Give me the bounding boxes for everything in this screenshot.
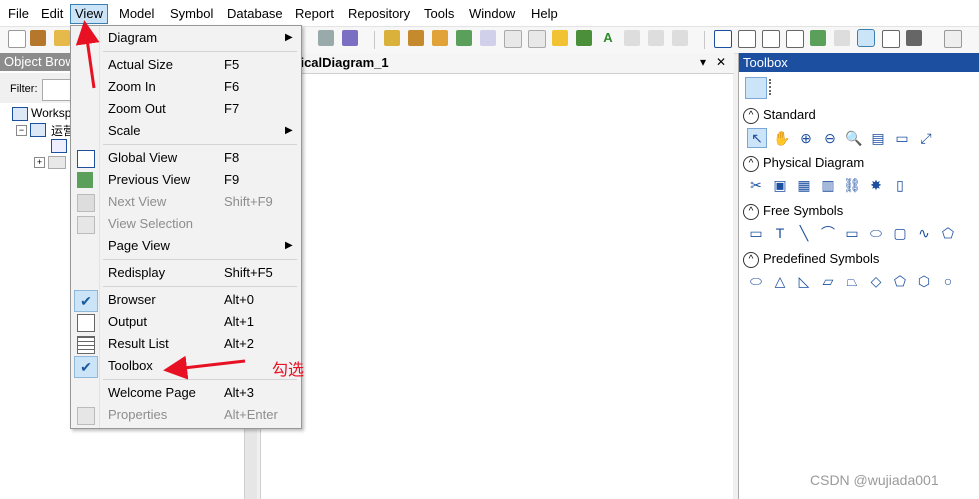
arrow-to-toolbox-item — [163, 355, 246, 380]
arrow-to-view-menu — [75, 20, 100, 89]
annotation-label: 勾选 — [272, 362, 305, 379]
annotation-arrows — [75, 20, 246, 380]
watermark: CSDN @wujiada001 — [810, 472, 939, 488]
